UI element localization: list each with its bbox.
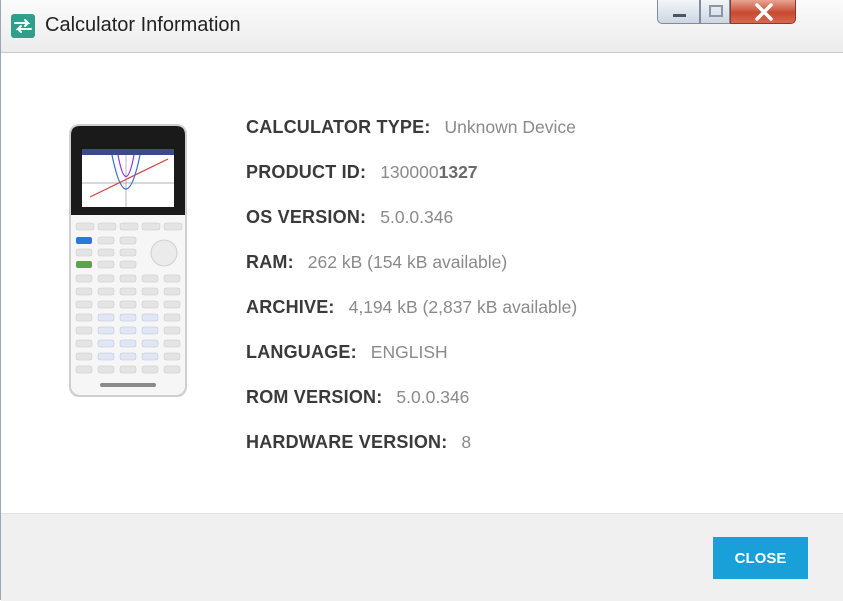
window-title: Calculator Information	[45, 14, 241, 36]
product-id-suffix: 1327	[438, 162, 478, 182]
rom-version-label: ROM VERSION:	[246, 387, 383, 407]
product-id-row: PRODUCT ID: 1300001327	[246, 162, 577, 207]
device-info-list: CALCULATOR TYPE: Unknown Device PRODUCT …	[246, 117, 577, 477]
calculator-type-label: CALCULATOR TYPE:	[246, 117, 431, 137]
archive-label: ARCHIVE:	[246, 297, 335, 317]
hardware-version-value: 8	[461, 432, 472, 452]
product-id-label: PRODUCT ID:	[246, 162, 367, 182]
content-area: CALCULATOR TYPE: Unknown Device PRODUCT …	[1, 53, 843, 513]
language-value: ENGLISH	[370, 342, 448, 362]
hardware-version-label: HARDWARE VERSION:	[246, 432, 448, 452]
product-id-prefix: 130000	[380, 162, 439, 182]
os-version-row: OS VERSION: 5.0.0.346	[246, 207, 577, 252]
close-button[interactable]: CLOSE	[713, 537, 808, 579]
calculator-type-row: CALCULATOR TYPE: Unknown Device	[246, 117, 577, 162]
hardware-version-row: HARDWARE VERSION: 8	[246, 432, 577, 477]
dialog-footer: CLOSE	[1, 513, 843, 601]
minimize-icon	[673, 14, 686, 17]
close-x-icon	[755, 3, 773, 21]
rom-version-value: 5.0.0.346	[396, 387, 470, 407]
title-bar[interactable]: Calculator Information	[1, 0, 843, 53]
os-version-value: 5.0.0.346	[380, 207, 454, 227]
calculator-information-window: Calculator Information CALCULATOR TYPE: …	[0, 0, 843, 601]
minimize-button[interactable]	[657, 0, 700, 24]
archive-row: ARCHIVE: 4,194 kB (2,837 kB available)	[246, 297, 577, 342]
calculator-device-image	[69, 124, 187, 397]
maximize-button[interactable]	[700, 0, 730, 24]
transfer-arrows-icon	[11, 14, 35, 38]
ram-row: RAM: 262 kB (154 kB available)	[246, 252, 577, 297]
maximize-icon	[709, 5, 723, 17]
product-id-value: 1300001327	[380, 162, 477, 183]
language-row: LANGUAGE: ENGLISH	[246, 342, 577, 387]
ram-label: RAM:	[246, 252, 294, 272]
language-label: LANGUAGE:	[246, 342, 357, 362]
ram-value: 262 kB (154 kB available)	[307, 252, 508, 272]
rom-version-row: ROM VERSION: 5.0.0.346	[246, 387, 577, 432]
window-close-button[interactable]	[730, 0, 796, 24]
archive-value: 4,194 kB (2,837 kB available)	[348, 297, 578, 317]
calculator-type-value: Unknown Device	[444, 117, 576, 137]
os-version-label: OS VERSION:	[246, 207, 367, 227]
